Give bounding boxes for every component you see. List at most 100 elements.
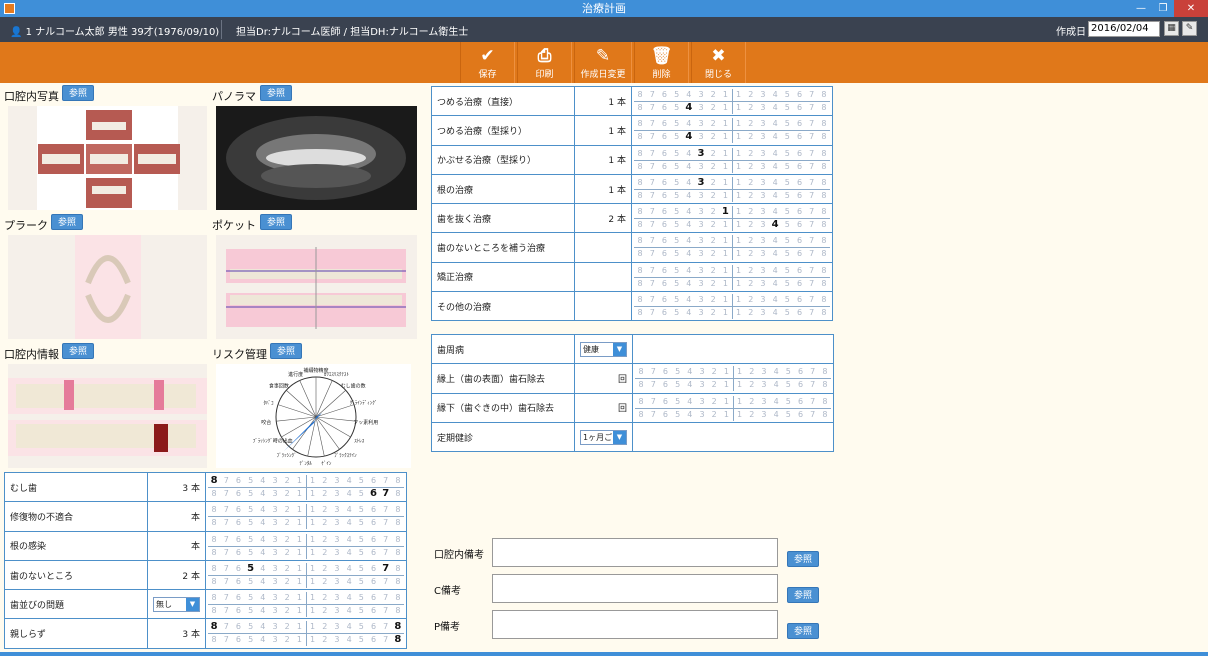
tooth-number[interactable]: 4 — [770, 409, 782, 421]
tooth-number[interactable]: 4 — [343, 563, 355, 575]
tooth-number[interactable]: 4 — [257, 504, 269, 516]
tooth-number[interactable]: 2 — [281, 634, 293, 646]
delete-button[interactable]: 🗑 削除 — [634, 42, 689, 83]
tooth-number[interactable]: 4 — [683, 307, 695, 319]
tooth-number[interactable]: 4 — [683, 177, 695, 189]
tooth-number[interactable]: 7 — [220, 488, 232, 500]
tooth-number[interactable]: 2 — [745, 89, 757, 101]
tooth-number[interactable]: 8 — [818, 219, 830, 231]
tooth-number[interactable]: 8 — [392, 605, 404, 617]
tooth-number[interactable]: 3 — [331, 517, 343, 529]
tooth-number[interactable]: 1 — [719, 294, 731, 306]
tooth-number[interactable]: 2 — [281, 534, 293, 546]
tooth-number[interactable]: 5 — [671, 278, 683, 290]
dropdown-select[interactable]: 1ヶ月ご ▼ — [580, 429, 627, 445]
tooth-number[interactable]: 6 — [658, 148, 670, 160]
tooth-number[interactable]: 2 — [745, 161, 757, 173]
tooth-number[interactable]: 1 — [719, 219, 731, 231]
tooth-number[interactable]: 5 — [781, 265, 793, 277]
tooth-number[interactable]: 3 — [695, 294, 707, 306]
tooth-number[interactable]: 5 — [672, 409, 684, 421]
tooth-chart[interactable]: 87654321123456788765432112345678 — [205, 471, 407, 503]
oral-note-input[interactable] — [492, 538, 778, 567]
tooth-number[interactable]: 8 — [818, 307, 830, 319]
tooth-number[interactable]: 4 — [683, 118, 695, 130]
tooth-number[interactable]: 4 — [683, 265, 695, 277]
tooth-number[interactable]: 4 — [769, 102, 781, 114]
tooth-number[interactable]: 8 — [392, 576, 404, 588]
tooth-number[interactable]: 3 — [757, 248, 769, 260]
tooth-number[interactable]: 5 — [671, 235, 683, 247]
tooth-number[interactable]: 6 — [232, 563, 244, 575]
tooth-number[interactable]: 5 — [781, 206, 793, 218]
tooth-number[interactable]: 3 — [757, 265, 769, 277]
tooth-number[interactable]: 4 — [257, 576, 269, 588]
tooth-number[interactable]: 6 — [232, 592, 244, 604]
tooth-number[interactable]: 7 — [220, 517, 232, 529]
tooth-number[interactable]: 4 — [257, 517, 269, 529]
tooth-number[interactable]: 1 — [293, 517, 305, 529]
tooth-number[interactable]: 5 — [671, 219, 683, 231]
tooth-number[interactable]: 7 — [646, 235, 658, 247]
tooth-number[interactable]: 8 — [634, 161, 646, 173]
tooth-number[interactable]: 2 — [745, 190, 757, 202]
tooth-number[interactable]: 4 — [769, 219, 781, 231]
tooth-number[interactable]: 3 — [757, 307, 769, 319]
tooth-number[interactable]: 1 — [719, 161, 731, 173]
tooth-number[interactable]: 6 — [658, 190, 670, 202]
tooth-number[interactable]: 8 — [208, 576, 220, 588]
tooth-number[interactable]: 2 — [281, 547, 293, 559]
tooth-number[interactable]: 6 — [367, 488, 379, 500]
tooth-number[interactable]: 5 — [781, 131, 793, 143]
tooth-number[interactable]: 4 — [343, 504, 355, 516]
tooth-number[interactable]: 6 — [658, 102, 670, 114]
tooth-number[interactable]: 4 — [769, 248, 781, 260]
tooth-number[interactable]: 8 — [634, 89, 646, 101]
tooth-number[interactable]: 1 — [719, 102, 731, 114]
tooth-number[interactable]: 2 — [319, 517, 331, 529]
tooth-number[interactable]: 3 — [695, 248, 707, 260]
tooth-number[interactable]: 3 — [269, 621, 281, 633]
tooth-number[interactable]: 6 — [232, 488, 244, 500]
tooth-number[interactable]: 8 — [634, 102, 646, 114]
tooth-number[interactable]: 8 — [392, 634, 404, 646]
tooth-number[interactable]: 1 — [732, 395, 746, 408]
tooth-number[interactable]: 1 — [720, 409, 732, 421]
tooth-number[interactable]: 2 — [745, 118, 757, 130]
tooth-number[interactable]: 5 — [782, 396, 794, 408]
tooth-number[interactable]: 7 — [806, 248, 818, 260]
tooth-number[interactable]: 6 — [658, 177, 670, 189]
tooth-number[interactable]: 7 — [220, 475, 232, 487]
tooth-number[interactable]: 6 — [367, 475, 379, 487]
tooth-number[interactable]: 7 — [220, 534, 232, 546]
tooth-number[interactable]: 5 — [355, 504, 367, 516]
tooth-number[interactable]: 1 — [293, 605, 305, 617]
tooth-number[interactable]: 3 — [695, 190, 707, 202]
tooth-number[interactable]: 8 — [208, 605, 220, 617]
tooth-number[interactable]: 2 — [707, 131, 719, 143]
tooth-number[interactable]: 6 — [793, 148, 805, 160]
tooth-number[interactable]: 3 — [695, 102, 707, 114]
tooth-number[interactable]: 1 — [731, 102, 745, 114]
tooth-number[interactable]: 7 — [807, 409, 819, 421]
tooth-number[interactable]: 6 — [367, 504, 379, 516]
tooth-number[interactable]: 6 — [658, 278, 670, 290]
tooth-number[interactable]: 5 — [781, 294, 793, 306]
tooth-number[interactable]: 2 — [319, 504, 331, 516]
tooth-number[interactable]: 3 — [757, 278, 769, 290]
tooth-chart[interactable]: 87654321123456788765432112345678 — [205, 501, 407, 532]
tooth-number[interactable]: 3 — [758, 366, 770, 378]
tooth-number[interactable]: 7 — [646, 102, 658, 114]
tooth-number[interactable]: 2 — [281, 504, 293, 516]
tooth-number[interactable]: 8 — [634, 294, 646, 306]
tooth-number[interactable]: 7 — [646, 307, 658, 319]
tooth-number[interactable]: 6 — [367, 592, 379, 604]
tooth-number[interactable]: 3 — [757, 235, 769, 247]
tooth-number[interactable]: 5 — [781, 177, 793, 189]
tooth-number[interactable]: 7 — [806, 206, 818, 218]
tooth-number[interactable]: 6 — [658, 307, 670, 319]
tooth-number[interactable]: 6 — [793, 219, 805, 231]
tooth-number[interactable]: 1 — [720, 379, 732, 391]
tooth-number[interactable]: 1 — [293, 621, 305, 633]
tooth-number[interactable]: 1 — [305, 562, 319, 575]
